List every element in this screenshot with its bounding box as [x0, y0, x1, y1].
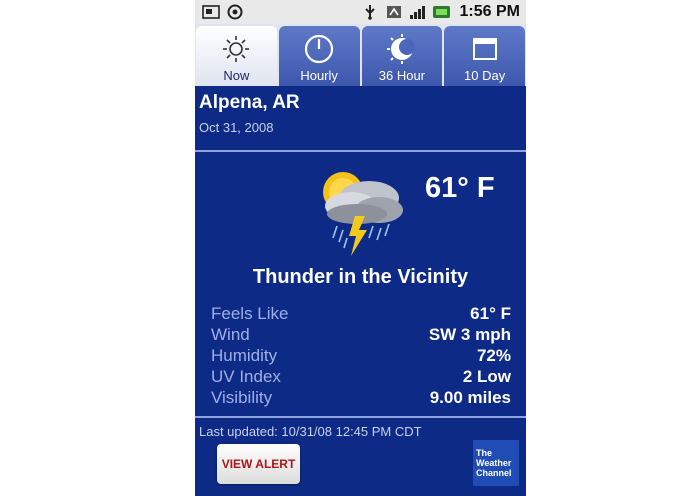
detail-value: SW 3 mph — [428, 324, 511, 344]
weather-channel-logo[interactable]: The Weather Channel — [473, 440, 519, 486]
logo-line: The — [476, 448, 493, 458]
last-updated-text: Last updated: 10/31/08 12:45 PM CDT — [199, 424, 422, 439]
weather-app-screen: 1:56 PM Now Hourly 36 Hour 10 Day Alpena… — [195, 0, 526, 496]
detail-value: 72% — [476, 345, 511, 365]
detail-label: Feels Like — [211, 303, 289, 323]
battery-icon — [432, 4, 452, 20]
tab-10-day[interactable]: 10 Day — [444, 26, 525, 86]
day-night-icon — [385, 32, 419, 66]
detail-row-feels-like: Feels Like 61° F — [211, 303, 511, 324]
detail-row-wind: Wind SW 3 mph — [211, 324, 511, 345]
notification-icon — [201, 4, 221, 20]
view-alert-button[interactable]: VIEW ALERT — [217, 444, 300, 484]
detail-label: UV Index — [211, 366, 281, 386]
calendar-icon — [468, 32, 502, 66]
detail-value: 2 Low — [462, 366, 511, 386]
tab-label: Hourly — [300, 68, 338, 83]
location-header: Alpena, AR Oct 31, 2008 — [195, 86, 526, 150]
tab-hourly[interactable]: Hourly — [278, 26, 360, 86]
detail-label: Humidity — [211, 345, 278, 365]
clock-icon — [302, 32, 336, 66]
detail-row-visibility: Visibility 9.00 miles — [211, 387, 511, 408]
usb-icon — [360, 4, 380, 20]
signal-icon — [408, 4, 428, 20]
tab-bar: Now Hourly 36 Hour 10 Day — [195, 24, 526, 86]
details-list: Feels Like 61° F Wind SW 3 mph Humidity … — [211, 303, 511, 408]
divider — [195, 150, 526, 152]
current-temperature: 61° F — [425, 172, 495, 204]
report-date: Oct 31, 2008 — [199, 120, 274, 135]
logo-line: Channel — [476, 468, 512, 478]
thunderstorm-icon — [307, 158, 411, 262]
tab-label: 36 Hour — [378, 68, 425, 83]
detail-label: Visibility — [211, 387, 273, 407]
tab-36-hour[interactable]: 36 Hour — [361, 26, 443, 86]
detail-value: 61° F — [470, 303, 511, 323]
sun-icon — [219, 32, 253, 66]
status-bar: 1:56 PM — [195, 0, 526, 24]
detail-row-uv-index: UV Index 2 Low — [211, 366, 511, 387]
tab-now[interactable]: Now — [196, 26, 277, 86]
detail-value: 9.00 miles — [429, 387, 511, 407]
detail-row-humidity: Humidity 72% — [211, 345, 511, 366]
location-name: Alpena, AR — [199, 92, 300, 113]
clock-time: 1:56 PM — [459, 3, 520, 20]
detail-label: Wind — [211, 324, 250, 344]
sync-icon — [225, 4, 245, 20]
data-icon — [384, 4, 404, 20]
tab-label: 10 Day — [464, 68, 506, 83]
divider — [195, 416, 526, 418]
logo-line: Weather — [476, 458, 512, 468]
tab-label: Now — [223, 68, 250, 83]
condition-text: Thunder in the Vicinity — [252, 266, 469, 288]
